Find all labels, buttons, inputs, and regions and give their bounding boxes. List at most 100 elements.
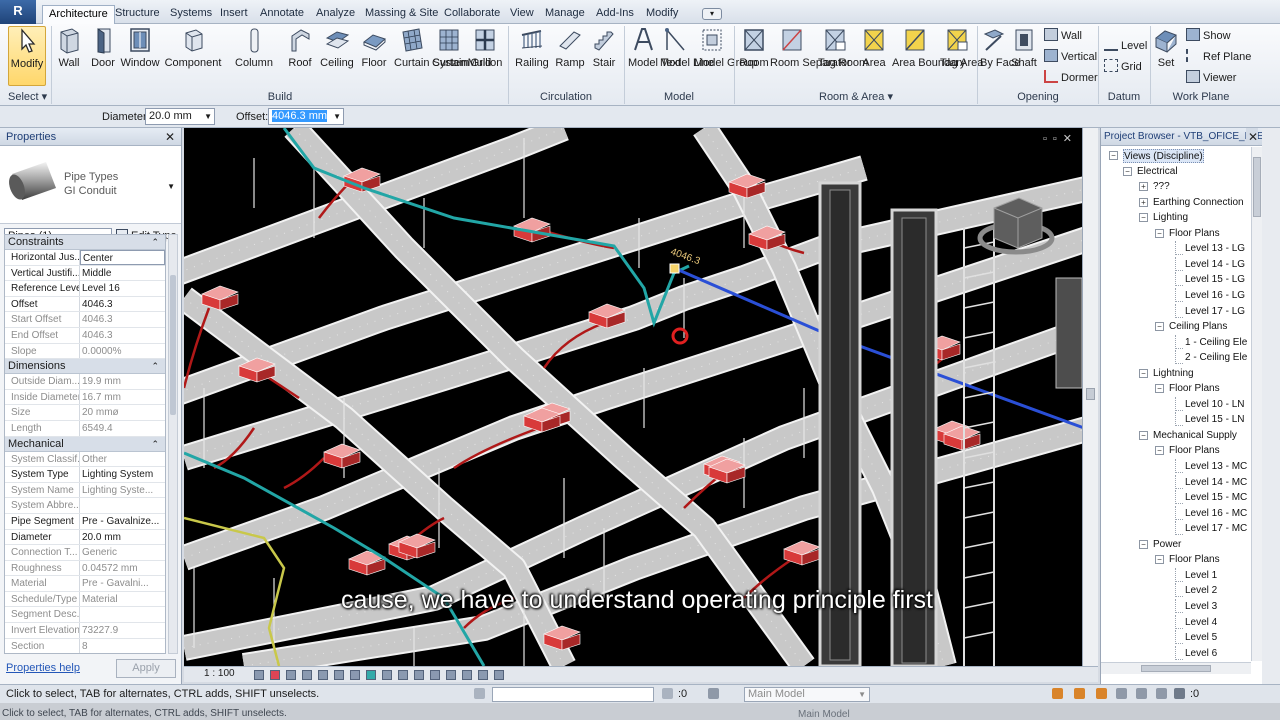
property-row[interactable]: Start Offset 4046.3 (5, 312, 165, 328)
editable-only-icon[interactable] (662, 688, 673, 699)
model-line-button[interactable]: Model Line (660, 26, 714, 86)
browser-view-item[interactable]: Level 15 - LN (1185, 413, 1244, 427)
selection-grip[interactable] (669, 263, 680, 274)
show-work-plane-button[interactable]: Show (1186, 27, 1231, 45)
browser-view-item[interactable]: Level 14 - MC (1185, 476, 1247, 490)
ribbon-minimize-toggle[interactable]: ▾ (702, 8, 722, 20)
tab-massing-site[interactable]: Massing & Site (359, 5, 444, 24)
tab-systems[interactable]: Systems (164, 5, 218, 24)
tab-add-ins[interactable]: Add-Ins (590, 5, 640, 24)
browser-tree-node[interactable]: Lightning (1153, 367, 1194, 381)
dormer-opening-button[interactable]: Dormer (1044, 69, 1098, 87)
filter-icon[interactable] (1174, 688, 1185, 699)
browser-horizontal-scrollbar[interactable] (1101, 662, 1251, 674)
browser-view-item[interactable]: 1 - Ceiling Ele (1185, 336, 1247, 350)
floor-button[interactable]: Floor (358, 26, 390, 86)
wall-opening-button[interactable]: Wall (1044, 27, 1082, 45)
collapse-toggle-icon[interactable]: − (1155, 384, 1164, 394)
scrollbar-thumb[interactable] (1253, 157, 1261, 217)
browser-view-item[interactable]: Level 14 - LG (1185, 258, 1245, 272)
collapse-toggle-icon[interactable]: − (1155, 228, 1164, 238)
select-panel-dropdown[interactable]: Select ▾ (4, 90, 48, 104)
browser-view-item[interactable]: Level 13 - MC (1185, 460, 1247, 474)
active-workset-select[interactable] (492, 687, 654, 702)
collapse-icon[interactable]: ⌃ (151, 235, 159, 250)
settings-icon[interactable] (1156, 688, 1167, 699)
property-group-header[interactable]: Mechanical ⌃ (5, 436, 165, 452)
view-scale[interactable]: 1 : 100 (204, 668, 235, 679)
curtain-system-button[interactable]: Curtain System (394, 26, 469, 86)
browser-view-item[interactable]: Level 15 - LG (1185, 273, 1245, 287)
property-row[interactable]: System Type Lighting System (5, 467, 165, 483)
vertical-opening-button[interactable]: Vertical (1044, 48, 1097, 66)
collapse-icon[interactable]: ⌃ (151, 359, 159, 374)
viewport-scrollbar[interactable] (1082, 128, 1098, 666)
roof-button[interactable]: Roof (284, 26, 316, 86)
property-row[interactable]: Vertical Justifi... Middle (5, 265, 165, 282)
browser-tree-node[interactable]: Earthing Connection (1153, 196, 1244, 210)
worksets-icon[interactable] (474, 688, 485, 699)
temporary-hide-icon[interactable] (366, 670, 376, 680)
ceiling-button[interactable]: Ceiling (318, 26, 356, 86)
room-separator-button[interactable]: Room Separator (770, 26, 851, 86)
browser-view-item[interactable]: 2 - Ceiling Ele (1185, 351, 1247, 365)
tab-insert[interactable]: Insert (214, 5, 254, 24)
viewport-window-controls[interactable]: ▫▫✕ (1043, 132, 1078, 145)
property-value[interactable]: 4046.3 (80, 297, 165, 312)
scrollbar-thumb[interactable] (1086, 388, 1095, 400)
model-group-button[interactable]: Model Group (694, 26, 758, 86)
browser-view-item[interactable]: Level 15 - MC (1185, 491, 1247, 505)
by-face-button[interactable]: By Face (980, 26, 1020, 86)
railing-button[interactable]: Railing (512, 26, 552, 86)
set-work-plane-button[interactable]: Set (1152, 26, 1180, 86)
tab-view[interactable]: View (504, 5, 540, 24)
tab-modify[interactable]: Modify (640, 5, 684, 24)
shaft-button[interactable]: Shaft (1010, 26, 1038, 86)
modify-button[interactable]: Modify (8, 26, 46, 86)
browser-tree-node[interactable]: Electrical (1137, 165, 1178, 179)
room-button[interactable]: Room (738, 26, 770, 86)
property-row[interactable]: Reference Level Level 16 (5, 281, 165, 297)
property-group-header[interactable]: Dimensions ⌃ (5, 359, 165, 375)
property-row[interactable]: Inside Diameter 16.7 mm (5, 389, 165, 406)
browser-tree-node[interactable]: Floor Plans (1169, 553, 1220, 567)
property-row[interactable]: Segment Desc... (5, 607, 165, 624)
property-row[interactable]: System Abbre... (5, 498, 165, 514)
property-row[interactable]: Horizontal Jus... Center (5, 250, 165, 266)
detail-level-icon[interactable] (254, 670, 264, 680)
property-value[interactable]: Pre - Gavalnize... (80, 514, 165, 529)
properties-help-link[interactable]: Properties help (6, 662, 80, 674)
select-links-icon[interactable] (1052, 688, 1063, 699)
tag-area-button[interactable]: Tag Area (940, 26, 983, 86)
collapse-toggle-icon[interactable]: − (1139, 539, 1148, 549)
ramp-button[interactable]: Ramp (554, 26, 586, 86)
model-text-button[interactable]: Model Text (628, 26, 681, 86)
stair-button[interactable]: Stair (588, 26, 620, 86)
type-selector[interactable]: Pipe Types GI Conduit ▼ (0, 146, 181, 224)
property-row[interactable]: Size 20 mmø (5, 405, 165, 421)
grid-button[interactable]: Grid (1104, 58, 1142, 76)
property-row[interactable]: Diameter 20.0 mm (5, 529, 165, 546)
expand-toggle-icon[interactable]: + (1139, 197, 1148, 207)
drag-elements-icon[interactable] (1136, 688, 1147, 699)
crop-view-icon[interactable] (318, 670, 328, 680)
property-row[interactable]: Connection T... Generic (5, 545, 165, 561)
browser-view-item[interactable]: Level 13 - LG (1185, 242, 1245, 256)
collapse-toggle-icon[interactable]: − (1155, 446, 1164, 456)
apply-button[interactable]: Apply (116, 659, 176, 678)
property-row[interactable]: Slope 0.0000% (5, 343, 165, 360)
offset-input[interactable]: 4046.3 mm ▼ (268, 108, 344, 125)
browser-tree-node[interactable]: Lighting (1153, 211, 1188, 225)
ref-plane-button[interactable]: Ref Plane (1186, 48, 1251, 66)
column-button[interactable]: Column (234, 26, 274, 86)
scrollbar-thumb[interactable] (1141, 665, 1211, 672)
mullion-button[interactable]: Mullion (466, 26, 504, 86)
room-area-panel-dropdown[interactable]: Room & Area ▾ (736, 90, 976, 104)
property-row[interactable]: Invert Elevation 73227.9 (5, 623, 165, 639)
property-group-header[interactable]: Constraints ⌃ (5, 235, 165, 250)
select-pinned-icon[interactable] (1096, 688, 1107, 699)
browser-tree-node[interactable]: Power (1153, 538, 1181, 552)
application-menu-button[interactable]: R (0, 0, 36, 24)
collapse-toggle-icon[interactable]: − (1109, 151, 1118, 160)
property-row[interactable]: Material Pre - Gavalni... (5, 576, 165, 592)
